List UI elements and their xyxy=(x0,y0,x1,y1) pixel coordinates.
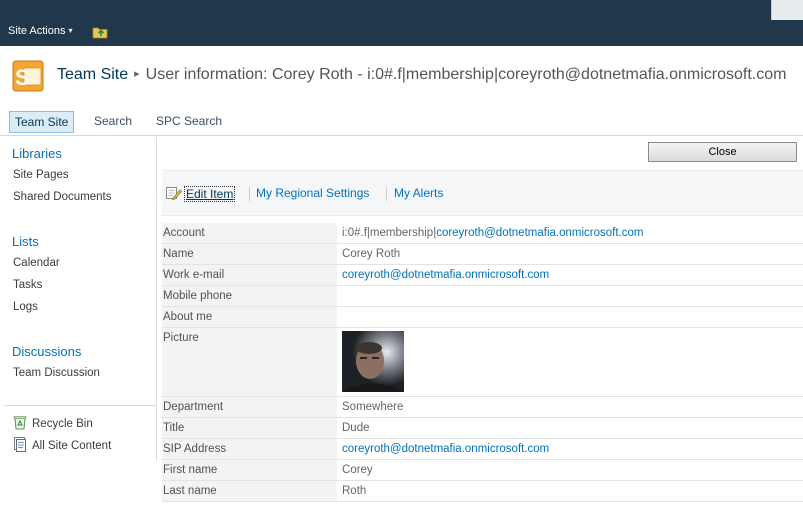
close-button[interactable]: Close xyxy=(648,142,797,162)
field-label: Mobile phone xyxy=(162,286,337,306)
field-label: First name xyxy=(162,460,337,480)
nav-item-shared-documents[interactable]: Shared Documents xyxy=(13,191,111,203)
site-content-icon xyxy=(14,437,26,452)
edit-item-link[interactable]: Edit Item xyxy=(166,186,236,202)
recycle-bin-link[interactable]: Recycle Bin xyxy=(13,415,93,430)
field-row-about-me: About me xyxy=(162,307,803,328)
field-row-department: Department Somewhere xyxy=(162,397,803,418)
field-label: About me xyxy=(162,307,337,327)
field-value: coreyroth@dotnetmafia.onmicrosoft.com xyxy=(337,265,803,285)
toolbar-separator xyxy=(249,187,250,201)
page-title: User information: Corey Roth - i:0#.f|me… xyxy=(145,66,787,83)
field-value xyxy=(337,286,803,306)
field-value: Dude xyxy=(342,422,370,434)
title-area: S Team Site ▸ User information: Corey Roth… xyxy=(0,46,803,108)
account-prefix: i:0#.f|membership| xyxy=(342,227,437,239)
tab-team-site[interactable]: Team Site xyxy=(9,111,75,133)
field-label: Picture xyxy=(162,328,337,396)
field-value: Corey xyxy=(342,464,373,476)
nav-header-libraries[interactable]: Libraries xyxy=(12,146,62,161)
main-content: Close Edit Item My Regional Settings My … xyxy=(158,137,803,527)
folder-up-icon[interactable] xyxy=(92,25,108,39)
svg-text:S: S xyxy=(15,65,30,90)
field-row-account: Account i:0#.f|membership|coreyroth@dotn… xyxy=(162,223,803,244)
action-toolbar: Edit Item My Regional Settings My Alerts xyxy=(162,170,803,216)
nav-item-logs[interactable]: Logs xyxy=(13,301,38,313)
field-row-work-email: Work e-mail coreyroth@dotnetmafia.onmicr… xyxy=(162,265,803,286)
nav-divider xyxy=(4,405,156,406)
regional-settings-link[interactable]: My Regional Settings xyxy=(256,186,369,200)
all-site-content-label: All Site Content xyxy=(32,440,112,452)
field-label: Last name xyxy=(162,481,337,501)
recycle-bin-icon xyxy=(13,416,27,430)
my-alerts-link[interactable]: My Alerts xyxy=(394,186,443,200)
field-label: Account xyxy=(162,223,337,243)
sip-address-link[interactable]: coreyroth@dotnetmafia.onmicrosoft.com xyxy=(342,443,549,455)
field-row-first-name: First name Corey xyxy=(162,460,803,481)
field-row-title: Title Dude xyxy=(162,418,803,439)
chevron-down-icon: ▾ xyxy=(68,26,73,35)
user-photo xyxy=(342,331,404,392)
field-label: SIP Address xyxy=(162,439,337,459)
field-value: Somewhere xyxy=(342,401,404,413)
nav-header-lists[interactable]: Lists xyxy=(12,234,39,249)
field-label: Work e-mail xyxy=(162,265,337,285)
user-properties-table: Account i:0#.f|membership|coreyroth@dotn… xyxy=(162,223,803,502)
nav-item-tasks[interactable]: Tasks xyxy=(13,279,42,291)
field-label: Department xyxy=(162,397,337,417)
ribbon-bar: Site Actions ▾ xyxy=(0,0,803,46)
tab-spc-search[interactable]: SPC Search xyxy=(151,111,227,133)
field-value xyxy=(337,307,803,327)
recycle-bin-label: Recycle Bin xyxy=(32,418,93,430)
edit-item-label: Edit Item xyxy=(184,186,236,202)
top-navigation: Team Site Search SPC Search xyxy=(0,108,803,136)
sharepoint-logo-icon: S xyxy=(12,60,44,92)
nav-item-calendar[interactable]: Calendar xyxy=(13,257,60,269)
nav-item-site-pages[interactable]: Site Pages xyxy=(13,169,69,181)
quick-launch: Libraries Site Pages Shared Documents Li… xyxy=(0,137,157,461)
field-row-sip-address: SIP Address coreyroth@dotnetmafia.onmicr… xyxy=(162,439,803,460)
site-actions-menu[interactable]: Site Actions ▾ xyxy=(8,25,73,37)
edit-item-icon xyxy=(166,187,182,201)
field-value: coreyroth@dotnetmafia.onmicrosoft.com xyxy=(337,439,803,459)
account-email-link[interactable]: coreyroth@dotnetmafia.onmicrosoft.com xyxy=(436,227,643,239)
field-value: Corey Roth xyxy=(342,248,401,260)
field-label: Name xyxy=(162,244,337,264)
field-value: Roth xyxy=(342,485,367,497)
field-value: i:0#.f|membership|coreyroth@dotnetmafia.… xyxy=(337,223,803,243)
field-row-mobile-phone: Mobile phone xyxy=(162,286,803,307)
field-row-last-name: Last name Roth xyxy=(162,481,803,502)
work-email-link[interactable]: coreyroth@dotnetmafia.onmicrosoft.com xyxy=(342,269,549,281)
tab-search[interactable]: Search xyxy=(89,111,137,133)
field-label: Title xyxy=(162,418,337,438)
all-site-content-link[interactable]: All Site Content xyxy=(13,437,111,452)
nav-header-discussions[interactable]: Discussions xyxy=(12,344,81,359)
field-row-picture: Picture xyxy=(162,328,803,397)
field-value xyxy=(337,328,803,396)
scrollbar-corner xyxy=(771,0,803,20)
nav-item-team-discussion[interactable]: Team Discussion xyxy=(13,367,100,379)
toolbar-separator xyxy=(386,187,387,201)
chevron-right-icon: ▸ xyxy=(134,68,140,80)
breadcrumb-site-link[interactable]: Team Site xyxy=(57,66,128,83)
field-row-name: Name Corey Roth xyxy=(162,244,803,265)
site-actions-label: Site Actions xyxy=(8,25,66,37)
breadcrumb: Team Site ▸ User information: Corey Roth -… xyxy=(57,66,786,84)
